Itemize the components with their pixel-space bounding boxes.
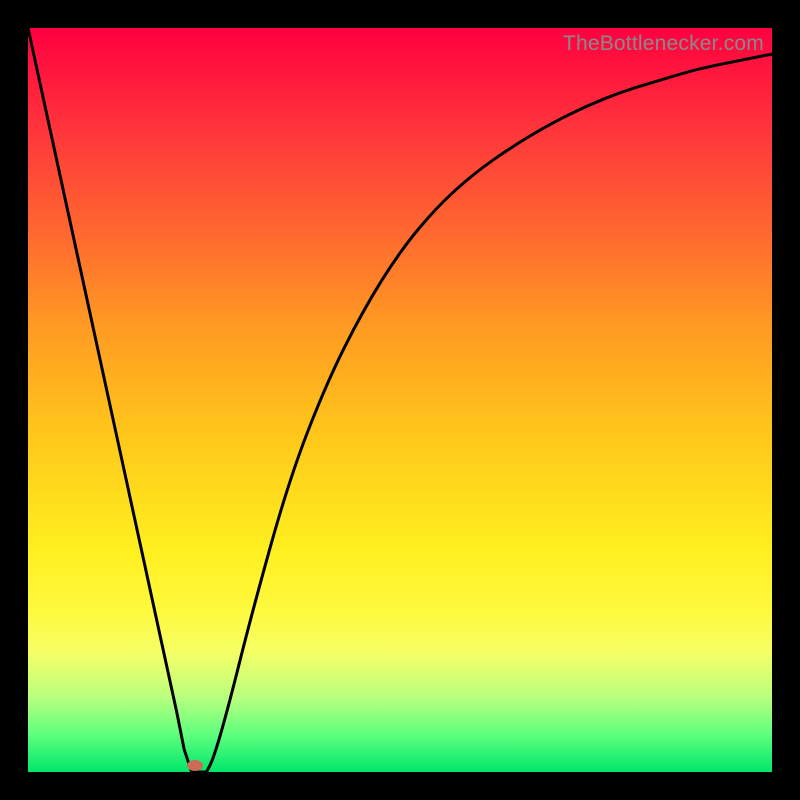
chart-frame: TheBottlenecker.com	[0, 0, 800, 800]
curve-svg	[28, 28, 772, 772]
plot-area: TheBottlenecker.com	[28, 28, 772, 772]
bottleneck-curve	[28, 28, 772, 772]
